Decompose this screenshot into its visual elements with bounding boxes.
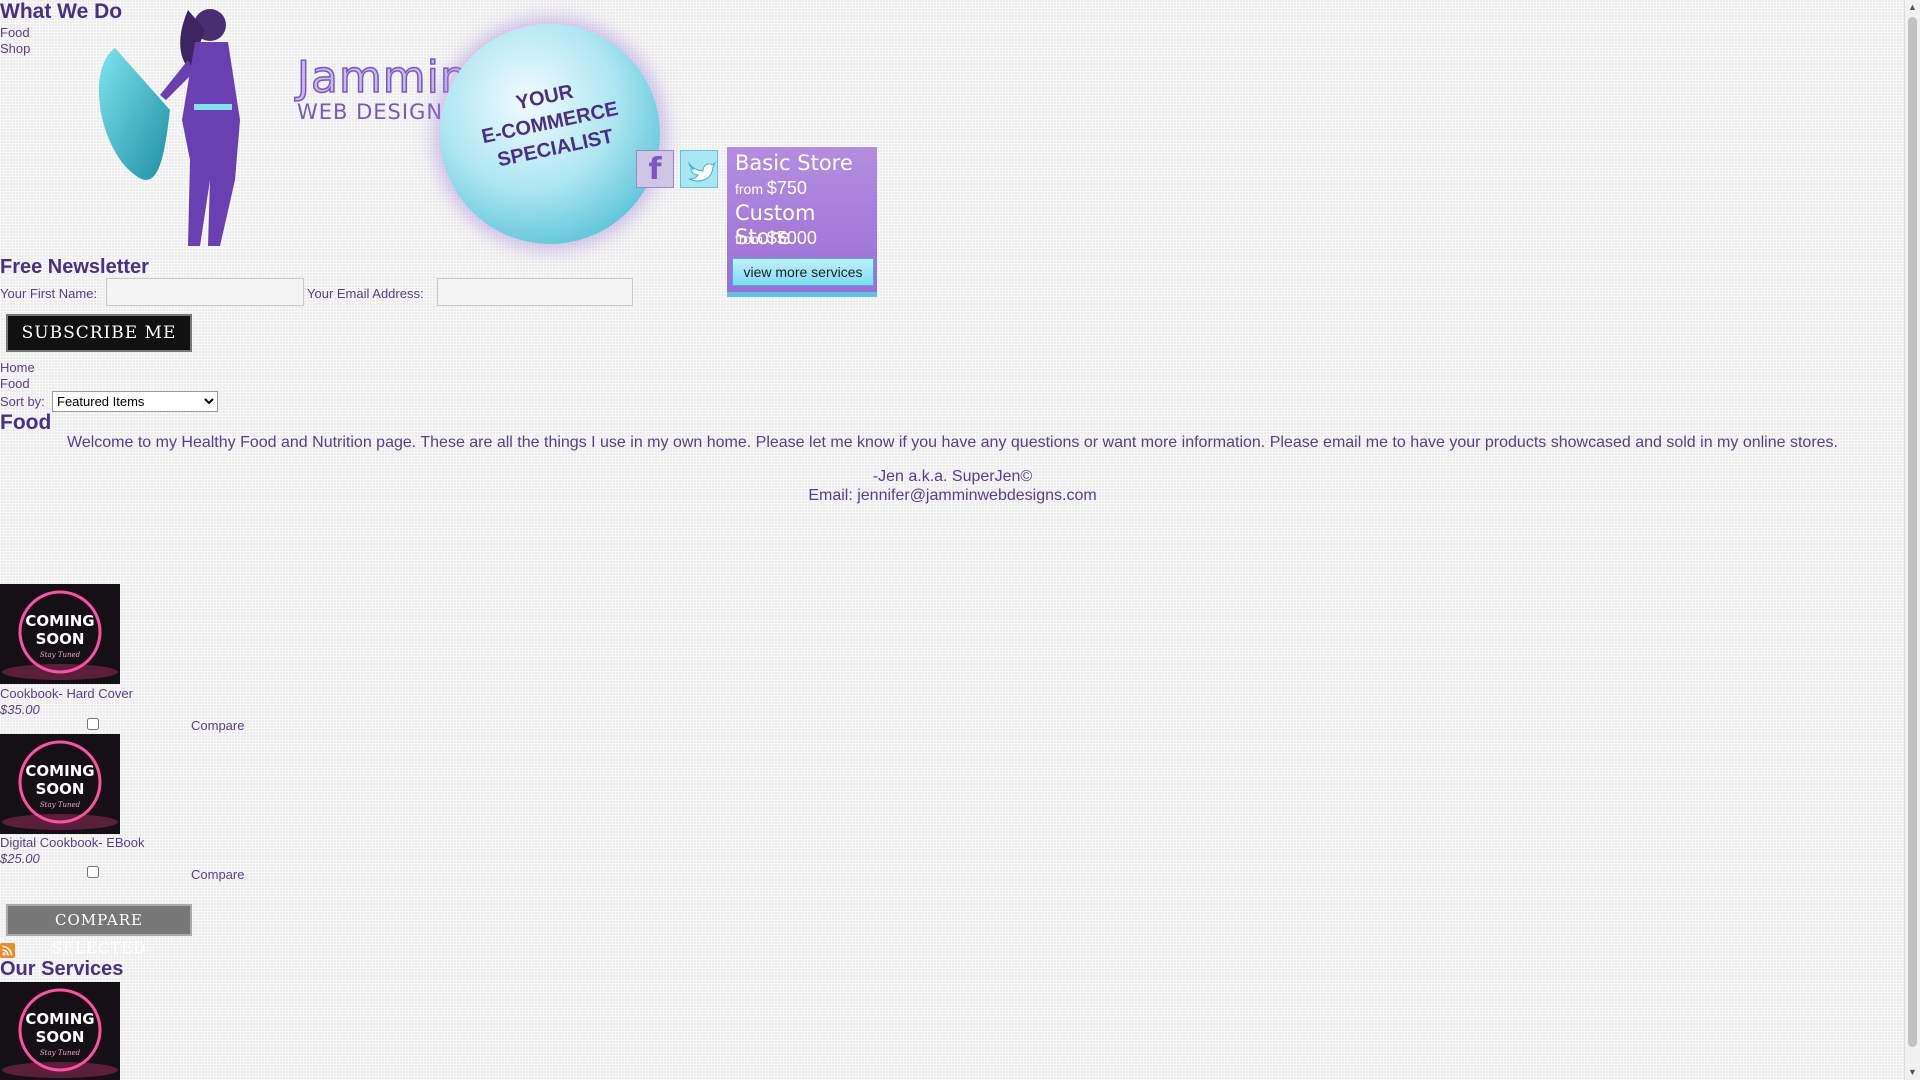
compare-checkbox[interactable]	[87, 866, 99, 878]
coming-soon-script: Stay Tuned	[40, 1049, 81, 1057]
superhero-illustration	[98, 9, 240, 246]
sort-select[interactable]: Featured Items	[52, 391, 218, 412]
coming-soon-script: Stay Tuned	[40, 651, 81, 659]
coming-soon-script: Stay Tuned	[40, 801, 81, 809]
first-name-label: Your First Name:	[0, 286, 98, 301]
tagline-sphere: YOUR E-COMMERCE SPECIALIST	[440, 24, 660, 244]
category-email: Email: jennifer@jamminwebdesigns.com	[808, 487, 1097, 504]
product-image[interactable]: COMING SOON Stay Tuned	[0, 584, 120, 684]
twitter-icon[interactable]	[680, 150, 718, 188]
category-description: Welcome to my Healthy Food and Nutrition…	[67, 434, 1838, 451]
coming-soon-line-2: SOON	[36, 780, 85, 798]
compare-link[interactable]: Compare	[191, 718, 244, 733]
product-price: $35.00	[0, 702, 40, 717]
product-title[interactable]: Digital Cookbook- EBook	[0, 835, 145, 850]
newsletter-title: Free Newsletter	[0, 256, 149, 278]
email-input[interactable]	[437, 278, 633, 306]
what-we-do-link-food[interactable]: Food	[0, 25, 30, 40]
scroll-up-icon[interactable]: ▲	[1905, 0, 1920, 15]
view-more-services-button[interactable]: view more services	[732, 258, 874, 286]
breadcrumb-food[interactable]: Food	[0, 376, 30, 391]
service-image[interactable]: COMING SOON Stay Tuned	[0, 982, 120, 1080]
product-title[interactable]: Cookbook- Hard Cover	[0, 686, 133, 701]
category-title: Food	[0, 411, 52, 434]
first-name-input[interactable]	[106, 278, 304, 306]
coming-soon-line-1: COMING	[25, 612, 94, 630]
email-label: Your Email Address:	[307, 286, 424, 301]
page-scrollbar[interactable]: ▲ ▼	[1904, 0, 1920, 1080]
coming-soon-line-2: SOON	[36, 1028, 85, 1046]
breadcrumb-home[interactable]: Home	[0, 360, 35, 375]
rss-icon[interactable]	[0, 943, 15, 958]
subscribe-button[interactable]: SUBSCRIBE ME	[6, 314, 192, 352]
services-promo: Basic Store from $750 Custom Store from …	[727, 147, 877, 297]
coming-soon-line-1: COMING	[25, 1010, 94, 1028]
product-image[interactable]: COMING SOON Stay Tuned	[0, 734, 120, 834]
product-price: $25.00	[0, 851, 40, 866]
coming-soon-line-1: COMING	[25, 762, 94, 780]
promo-basic-label: Basic Store	[735, 151, 853, 175]
compare-checkbox[interactable]	[87, 718, 99, 730]
promo-basic-price: from $750	[735, 178, 807, 198]
compare-selected-button[interactable]: COMPARE SELECTED	[6, 904, 192, 957]
scroll-down-icon[interactable]: ▼	[1905, 1065, 1920, 1080]
category-description-block: Welcome to my Healthy Food and Nutrition…	[0, 433, 1905, 505]
promo-custom-price: from $5000	[735, 228, 817, 248]
what-we-do-link-shop[interactable]: Shop	[0, 41, 30, 56]
facebook-icon[interactable]: f	[636, 150, 674, 188]
compare-link[interactable]: Compare	[191, 867, 244, 882]
sort-label: Sort by:	[0, 394, 45, 409]
category-signature: -Jen a.k.a. SuperJen©	[872, 468, 1033, 485]
coming-soon-line-2: SOON	[36, 630, 85, 648]
logo-brand-main: Jammin	[296, 52, 469, 103]
our-services-title: Our Services	[0, 958, 124, 980]
scrollbar-thumb[interactable]	[1908, 17, 1917, 1047]
